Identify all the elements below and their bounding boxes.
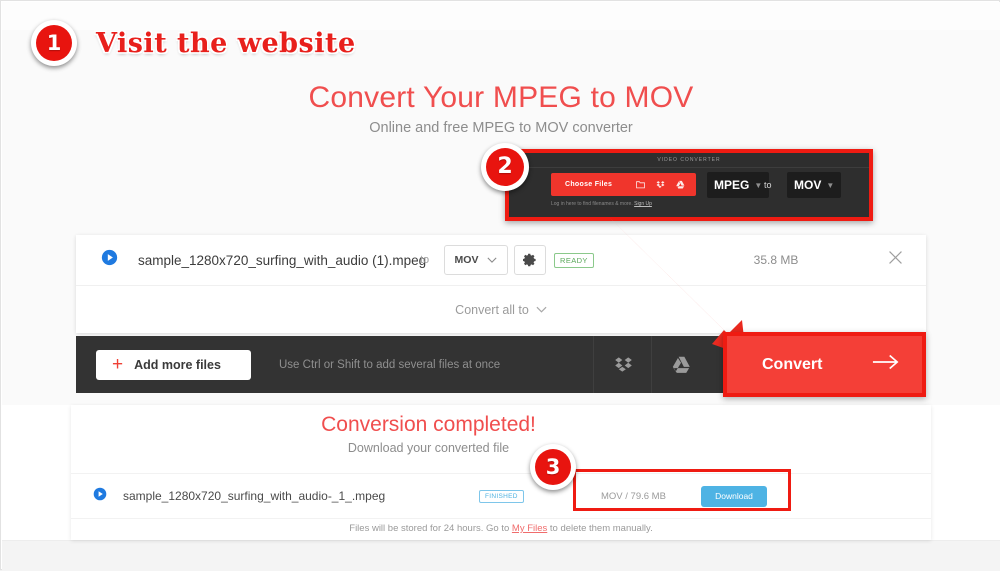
step-badge-2-number: 2 <box>486 148 524 186</box>
multiselect-hint: Use Ctrl or Shift to add several files a… <box>279 358 501 371</box>
storage-notice-suffix: to delete them manually. <box>547 523 653 534</box>
page-bottom-band <box>2 540 1000 571</box>
download-highlight-box <box>573 469 791 511</box>
status-badge: FINISHED <box>479 489 524 503</box>
output-file-name: sample_1280x720_surfing_with_audio-_1_.m… <box>123 489 386 503</box>
status-badge: READY <box>554 252 594 268</box>
add-more-files-label: Add more files <box>134 357 221 372</box>
conversion-completed-card: Conversion completed! Download your conv… <box>71 405 931 540</box>
step-badge-3-number: 3 <box>535 449 571 485</box>
plus-icon: + <box>112 354 124 375</box>
dropbox-upload-button[interactable] <box>593 336 652 393</box>
output-format-value: MOV <box>454 254 479 266</box>
file-name: sample_1280x720_surfing_with_audio (1).m… <box>138 252 427 268</box>
google-drive-icon <box>672 356 690 373</box>
row-to-label: to <box>420 254 430 266</box>
widget-highlight-box <box>505 149 873 221</box>
page-top-band <box>2 2 1000 31</box>
chevron-down-icon <box>487 257 498 263</box>
my-files-link[interactable]: My Files <box>512 523 547 534</box>
storage-notice-prefix: Files will be stored for 24 hours. Go to <box>349 523 512 534</box>
file-size: 35.8 MB <box>753 253 799 267</box>
step-1-caption: Visit the website <box>96 28 356 59</box>
screenshot-root: 1 Visit the website Convert Your MPEG to… <box>0 0 1000 571</box>
close-icon <box>889 251 902 264</box>
storage-notice: Files will be stored for 24 hours. Go to… <box>71 523 931 534</box>
step-badge-1-number: 1 <box>36 25 72 61</box>
dropbox-icon <box>614 357 632 372</box>
gear-icon <box>523 253 536 267</box>
google-drive-upload-button[interactable] <box>651 336 710 393</box>
step-badge-3: 3 <box>530 444 576 490</box>
table-row: sample_1280x720_surfing_with_audio (1).m… <box>76 235 926 286</box>
play-circle-icon <box>101 249 118 271</box>
convert-highlight-box <box>723 332 926 397</box>
completed-title: Conversion completed! <box>321 413 536 436</box>
settings-button[interactable] <box>514 245 546 275</box>
convert-all-to-dropdown[interactable]: Convert all to <box>76 286 926 333</box>
page-subtitle: Online and free MPEG to MOV converter <box>369 120 633 136</box>
table-row: sample_1280x720_surfing_with_audio-_1_.m… <box>71 473 931 519</box>
file-list-panel: sample_1280x720_surfing_with_audio (1).m… <box>76 235 926 333</box>
output-format-select[interactable]: MOV <box>444 245 508 275</box>
step-badge-2: 2 <box>481 143 529 191</box>
add-more-files-button[interactable]: + Add more files <box>96 349 251 380</box>
convert-all-to-label: Convert all to <box>455 302 529 317</box>
page-title: Convert Your MPEG to MOV <box>308 81 694 114</box>
chevron-down-icon <box>536 306 547 313</box>
completed-subtitle: Download your converted file <box>347 441 510 455</box>
remove-file-button[interactable] <box>887 249 904 271</box>
step-badge-1: 1 <box>31 20 77 66</box>
play-circle-icon <box>93 487 107 506</box>
